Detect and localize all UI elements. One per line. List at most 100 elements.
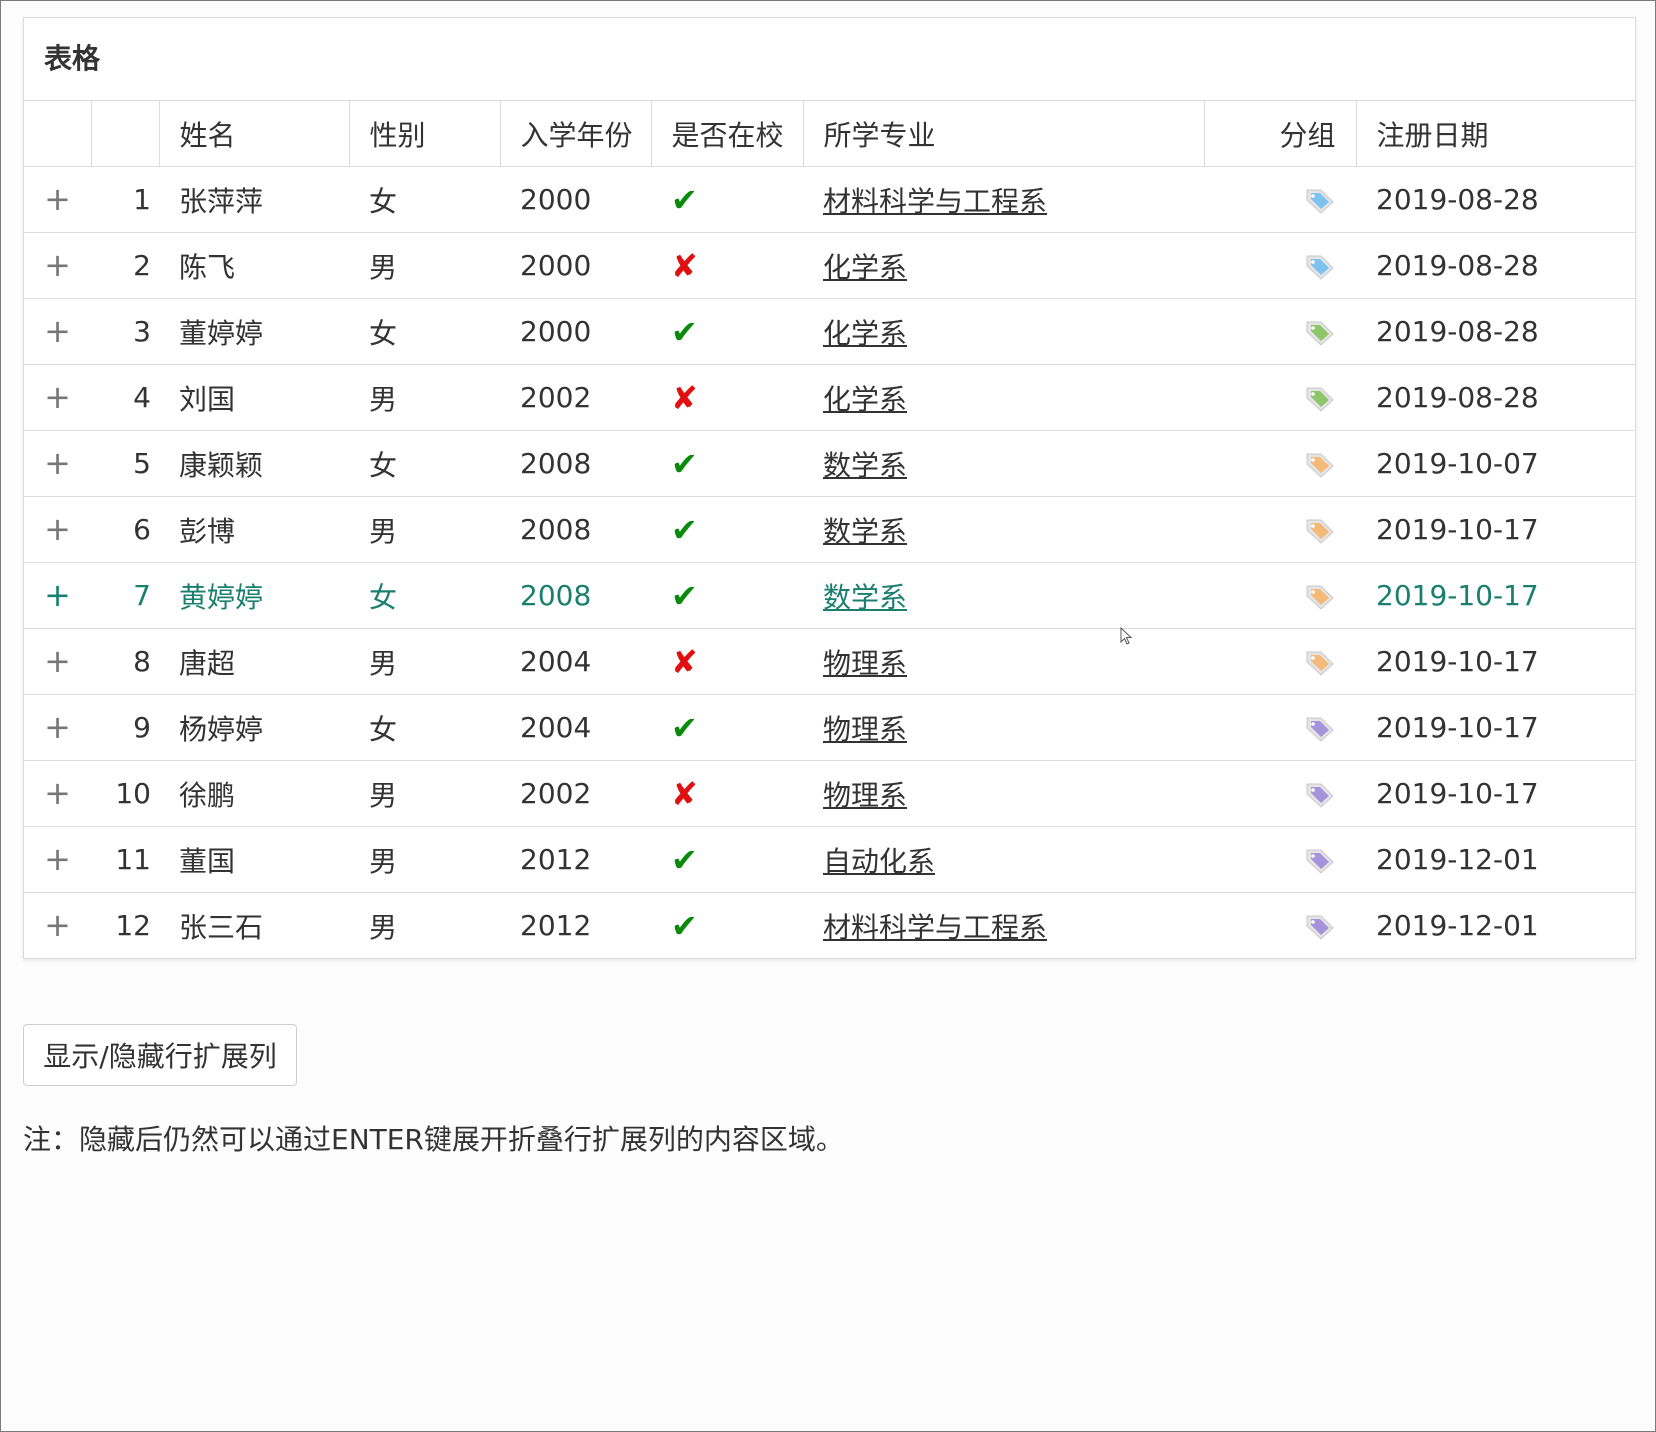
header-gender[interactable]: 性别	[349, 101, 501, 167]
cell-in-school: ✔	[651, 827, 803, 893]
cell-name: 杨婷婷	[179, 712, 264, 746]
plus-icon[interactable]: +	[44, 510, 71, 548]
plus-icon[interactable]: +	[44, 708, 71, 746]
tag-icon	[1306, 849, 1334, 874]
plus-icon[interactable]: +	[44, 906, 71, 944]
table-row[interactable]: +1 张萍萍 女 2000 ✔ 材料科学与工程系 2019-08-28	[24, 167, 1635, 233]
cell-name: 董国	[179, 844, 236, 878]
cell-reg-date: 2019-10-07	[1376, 447, 1539, 480]
header-major[interactable]: 所学专业	[803, 101, 1205, 167]
cell-group	[1204, 761, 1356, 827]
plus-icon[interactable]: +	[44, 642, 71, 680]
expand-row-button[interactable]: +	[24, 365, 91, 431]
tag-icon	[1306, 519, 1334, 544]
expand-row-button[interactable]: +	[24, 695, 91, 761]
plus-icon[interactable]: +	[44, 576, 71, 614]
table-row[interactable]: +3 董婷婷 女 2000 ✔ 化学系 2019-08-28	[24, 299, 1635, 365]
expand-row-button[interactable]: +	[24, 167, 91, 233]
table-header-row: 姓名 性别 入学年份 是否在校 所学专业 分组 注册日期	[24, 101, 1635, 167]
cell-reg-date: 2019-08-28	[1376, 249, 1539, 282]
major-link[interactable]: 物理系	[823, 779, 907, 812]
header-reg-date[interactable]: 注册日期	[1356, 101, 1635, 167]
table-row[interactable]: +9 杨婷婷 女 2004 ✔ 物理系 2019-10-17	[24, 695, 1635, 761]
expand-row-button[interactable]: +	[24, 761, 91, 827]
cell-year: 2000	[520, 183, 592, 216]
expand-row-button[interactable]: +	[24, 629, 91, 695]
cell-gender: 男	[369, 910, 398, 944]
expand-row-button[interactable]: +	[24, 497, 91, 563]
check-icon: ✔	[671, 444, 698, 483]
cell-major: 数学系	[803, 497, 1204, 563]
header-name[interactable]: 姓名	[159, 101, 350, 167]
plus-icon[interactable]: +	[44, 312, 71, 350]
table-row[interactable]: +11 董国 男 2012 ✔ 自动化系 2019-12-01	[24, 827, 1635, 893]
table-row[interactable]: +4 刘国 男 2002 ✘ 化学系 2019-08-28	[24, 365, 1635, 431]
cell-reg-date: 2019-12-01	[1376, 843, 1539, 876]
tag-icon	[1306, 915, 1334, 940]
row-index: 8	[133, 645, 151, 678]
header-expand	[24, 101, 92, 167]
cell-in-school: ✘	[651, 761, 803, 827]
cell-in-school: ✘	[651, 233, 803, 299]
table-row[interactable]: +7 黄婷婷 女 2008 ✔ 数学系 2019-10-17	[24, 563, 1635, 629]
tag-icon	[1306, 585, 1334, 610]
expand-row-button[interactable]: +	[24, 431, 91, 497]
table-row[interactable]: +10 徐鹏 男 2002 ✘ 物理系 2019-10-17	[24, 761, 1635, 827]
plus-icon[interactable]: +	[44, 180, 71, 218]
cell-major: 物理系	[803, 695, 1204, 761]
cell-major: 物理系	[803, 629, 1204, 695]
table-row[interactable]: +12 张三石 男 2012 ✔ 材料科学与工程系 2019-12-01	[24, 893, 1635, 959]
check-icon: ✔	[671, 312, 698, 351]
expand-row-button[interactable]: +	[24, 563, 91, 629]
major-link[interactable]: 材料科学与工程系	[823, 911, 1047, 944]
major-link[interactable]: 材料科学与工程系	[823, 185, 1047, 218]
table-row[interactable]: +8 唐超 男 2004 ✘ 物理系 2019-10-17	[24, 629, 1635, 695]
major-link[interactable]: 化学系	[823, 383, 907, 416]
toggle-expand-column-button[interactable]: 显示/隐藏行扩展列	[23, 1024, 297, 1086]
cross-icon: ✘	[671, 246, 698, 285]
major-link[interactable]: 物理系	[823, 647, 907, 680]
major-link[interactable]: 数学系	[823, 515, 907, 548]
cell-reg-date: 2019-10-17	[1376, 579, 1539, 612]
table-row[interactable]: +5 康颖颖 女 2008 ✔ 数学系 2019-10-07	[24, 431, 1635, 497]
header-year[interactable]: 入学年份	[500, 101, 652, 167]
major-link[interactable]: 数学系	[823, 449, 907, 482]
major-link[interactable]: 数学系	[823, 581, 907, 614]
expand-row-button[interactable]: +	[24, 893, 91, 959]
tag-icon	[1306, 783, 1334, 808]
row-index: 7	[133, 579, 151, 612]
expand-row-button[interactable]: +	[24, 299, 91, 365]
tag-icon	[1306, 255, 1334, 280]
cell-major: 化学系	[803, 299, 1204, 365]
expand-row-button[interactable]: +	[24, 827, 91, 893]
major-link[interactable]: 物理系	[823, 713, 907, 746]
plus-icon[interactable]: +	[44, 246, 71, 284]
cell-in-school: ✘	[651, 365, 803, 431]
cell-gender: 女	[369, 580, 398, 614]
header-in-school[interactable]: 是否在校	[651, 101, 804, 167]
check-icon: ✔	[671, 708, 698, 747]
note-text: 注：隐藏后仍然可以通过ENTER键展开折叠行扩展列的内容区域。	[23, 1123, 844, 1156]
cell-reg-date: 2019-10-17	[1376, 645, 1539, 678]
cell-major: 数学系	[803, 431, 1204, 497]
plus-icon[interactable]: +	[44, 378, 71, 416]
cell-major: 材料科学与工程系	[803, 893, 1204, 959]
cell-in-school: ✔	[651, 497, 803, 563]
plus-icon[interactable]: +	[44, 444, 71, 482]
major-link[interactable]: 化学系	[823, 251, 907, 284]
cell-gender: 男	[369, 250, 398, 284]
check-icon: ✔	[671, 510, 698, 549]
cell-reg-date: 2019-08-28	[1376, 315, 1539, 348]
major-link[interactable]: 化学系	[823, 317, 907, 350]
table-row[interactable]: +2 陈飞 男 2000 ✘ 化学系 2019-08-28	[24, 233, 1635, 299]
plus-icon[interactable]: +	[44, 774, 71, 812]
cell-group	[1204, 431, 1356, 497]
header-group[interactable]: 分组	[1204, 101, 1357, 167]
expand-row-button[interactable]: +	[24, 233, 91, 299]
plus-icon[interactable]: +	[44, 840, 71, 878]
major-link[interactable]: 自动化系	[823, 845, 935, 878]
tag-icon	[1306, 651, 1334, 676]
table-row[interactable]: +6 彭博 男 2008 ✔ 数学系 2019-10-17	[24, 497, 1635, 563]
cell-reg-date: 2019-12-01	[1376, 909, 1539, 942]
cell-year: 2002	[520, 777, 592, 810]
